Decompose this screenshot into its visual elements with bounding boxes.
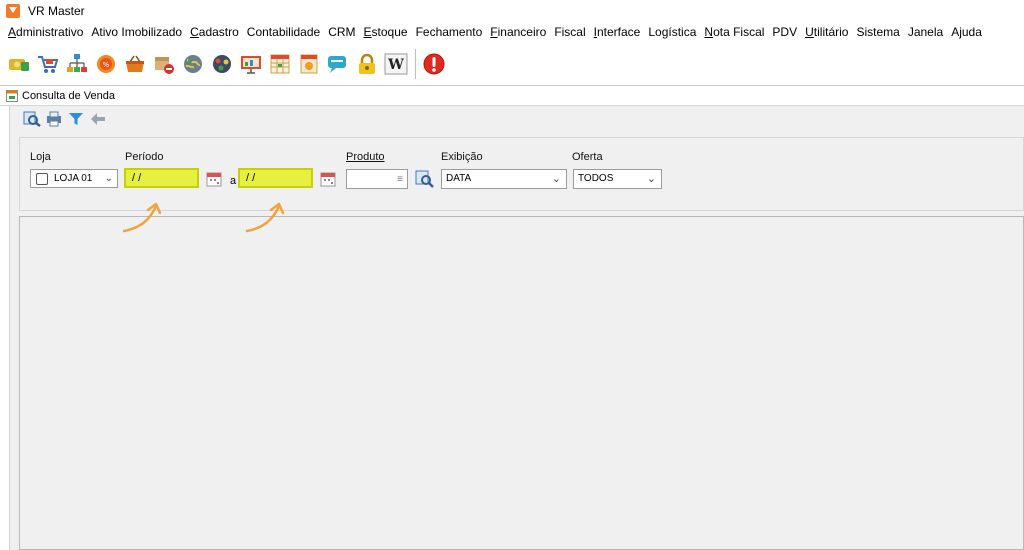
toolbar-separator [415, 48, 416, 79]
menu-label: CRM [328, 25, 356, 39]
menu-mnemonic: A [8, 25, 17, 39]
chevron-down-icon[interactable]: ⌄ [552, 170, 561, 188]
menu-item-crm[interactable]: CRM [324, 25, 359, 39]
menu-item-sistema[interactable]: Sistema [852, 25, 903, 39]
menu-label: PDV [772, 25, 798, 39]
menu-item-fiscal[interactable]: Fiscal [550, 25, 589, 39]
presentation-icon[interactable] [238, 51, 264, 77]
loja-selector[interactable]: LOJA 01 ⌄ [30, 169, 118, 188]
org-chart-icon[interactable] [64, 51, 90, 77]
internal-frame-title: Consulta de Venda [22, 89, 115, 102]
menu-mnemonic: E [363, 25, 372, 39]
menu-item-cadastro[interactable]: Cadastro [186, 25, 243, 39]
results-grid [19, 216, 1024, 550]
menu-item-nota-fiscal[interactable]: Nota Fiscal [700, 25, 768, 39]
menu-mnemonic: N [704, 25, 714, 39]
exibicao-label: Exibição [441, 151, 483, 163]
back-arrow-icon[interactable] [88, 110, 108, 128]
menu-label: inanceiro [497, 25, 547, 39]
svg-text:W: W [387, 57, 404, 73]
date-range-separator: a [230, 175, 237, 187]
lock-icon[interactable] [354, 51, 380, 77]
menu-label: Fechamento [415, 25, 483, 39]
date-from-input[interactable]: / / [124, 168, 199, 188]
menu-label: Sistema [856, 25, 900, 39]
box-remove-icon[interactable] [151, 51, 177, 77]
annotation-arrow [245, 202, 285, 233]
calendar-icon[interactable] [205, 170, 223, 188]
menu-label: dministrativo [16, 25, 84, 39]
title-bar: VR Master [0, 0, 1024, 22]
menu-item-utilitário[interactable]: Utilitário [801, 25, 852, 39]
menu-label: stoque [371, 25, 408, 39]
annotation-arrow [122, 202, 162, 233]
internal-frame-title-bar: Consulta de Venda [0, 86, 1024, 106]
menu-label: adastro [198, 25, 239, 39]
menu-item-janela[interactable]: Janela [904, 25, 947, 39]
menu-item-ajuda[interactable]: Ajuda [947, 25, 986, 39]
globe-network-icon[interactable] [209, 51, 235, 77]
menu-item-financeiro[interactable]: Financeiro [486, 25, 550, 39]
produto-input[interactable]: ≡ [346, 169, 408, 189]
menu-bar: Administrativo Ativo Imobilizado Cadastro C… [0, 22, 1024, 42]
frame-toolbar [22, 110, 110, 128]
menu-item-interface[interactable]: Interface [590, 25, 645, 39]
menu-item-ativo-imobilizado[interactable]: Ativo Imobilizado [87, 25, 186, 39]
oferta-select[interactable]: TODOS ⌄ [573, 169, 662, 189]
produto-search-icon[interactable] [415, 170, 435, 188]
lookup-icon[interactable]: ≡ [397, 174, 403, 185]
menu-item-fechamento[interactable]: Fechamento [412, 25, 487, 39]
print-icon[interactable] [44, 110, 64, 128]
menu-mnemonic: U [805, 25, 814, 39]
menu-label: ota Fiscal [713, 25, 765, 39]
exibicao-select[interactable]: DATA ⌄ [441, 169, 567, 189]
frame-left-border [0, 106, 10, 550]
calendar-icon[interactable] [319, 170, 337, 188]
wikipedia-icon[interactable]: W [383, 51, 409, 77]
filter-icon[interactable] [66, 110, 86, 128]
globe-green-icon[interactable] [180, 51, 206, 77]
periodo-label: Período [125, 151, 164, 163]
menu-label: Contabilidade [246, 25, 321, 39]
spreadsheet-icon[interactable] [267, 51, 293, 77]
offer-badge-icon[interactable]: % [93, 51, 119, 77]
menu-item-contabilidade[interactable]: Contabilidade [243, 25, 324, 39]
cart-icon[interactable] [35, 51, 61, 77]
menu-label: Fiscal [554, 25, 586, 39]
menu-item-estoque[interactable]: Estoque [360, 25, 412, 39]
menu-label: Ativo Imobilizado [91, 25, 183, 39]
exit-icon[interactable] [421, 51, 447, 77]
menu-mnemonic: C [190, 25, 199, 39]
menu-item-administrativo[interactable]: Administrativo [4, 25, 87, 39]
menu-label: Ajuda [951, 25, 982, 39]
loja-label: Loja [30, 151, 51, 163]
basket-icon[interactable] [122, 51, 148, 77]
cash-icon[interactable] [6, 51, 32, 77]
loja-checkbox[interactable] [36, 172, 48, 185]
oferta-label: Oferta [572, 151, 603, 163]
app-logo-icon [6, 4, 20, 18]
menu-label: tilitário [813, 25, 849, 39]
window-icon [6, 89, 18, 102]
menu-label: nterface [597, 25, 641, 39]
loja-value: LOJA 01 [54, 173, 93, 184]
window-title: VR Master [28, 4, 85, 18]
date-to-input[interactable]: / / [238, 168, 313, 188]
menu-label: Janela [907, 25, 944, 39]
menu-mnemonic: F [490, 25, 498, 39]
chat-icon[interactable] [325, 51, 351, 77]
oferta-value: TODOS [578, 173, 614, 184]
document-icon[interactable] [296, 51, 322, 77]
search-icon[interactable] [22, 110, 42, 128]
chevron-down-icon[interactable]: ⌄ [105, 173, 113, 184]
exibicao-value: DATA [446, 173, 472, 184]
menu-label: Logística [648, 25, 697, 39]
menu-item-pdv[interactable]: PDV [768, 25, 801, 39]
svg-text:%: % [103, 61, 110, 69]
main-toolbar: % W [0, 42, 1024, 86]
produto-label[interactable]: Produto [346, 151, 385, 163]
chevron-down-icon[interactable]: ⌄ [647, 170, 656, 188]
menu-item-logística[interactable]: Logística [644, 25, 700, 39]
